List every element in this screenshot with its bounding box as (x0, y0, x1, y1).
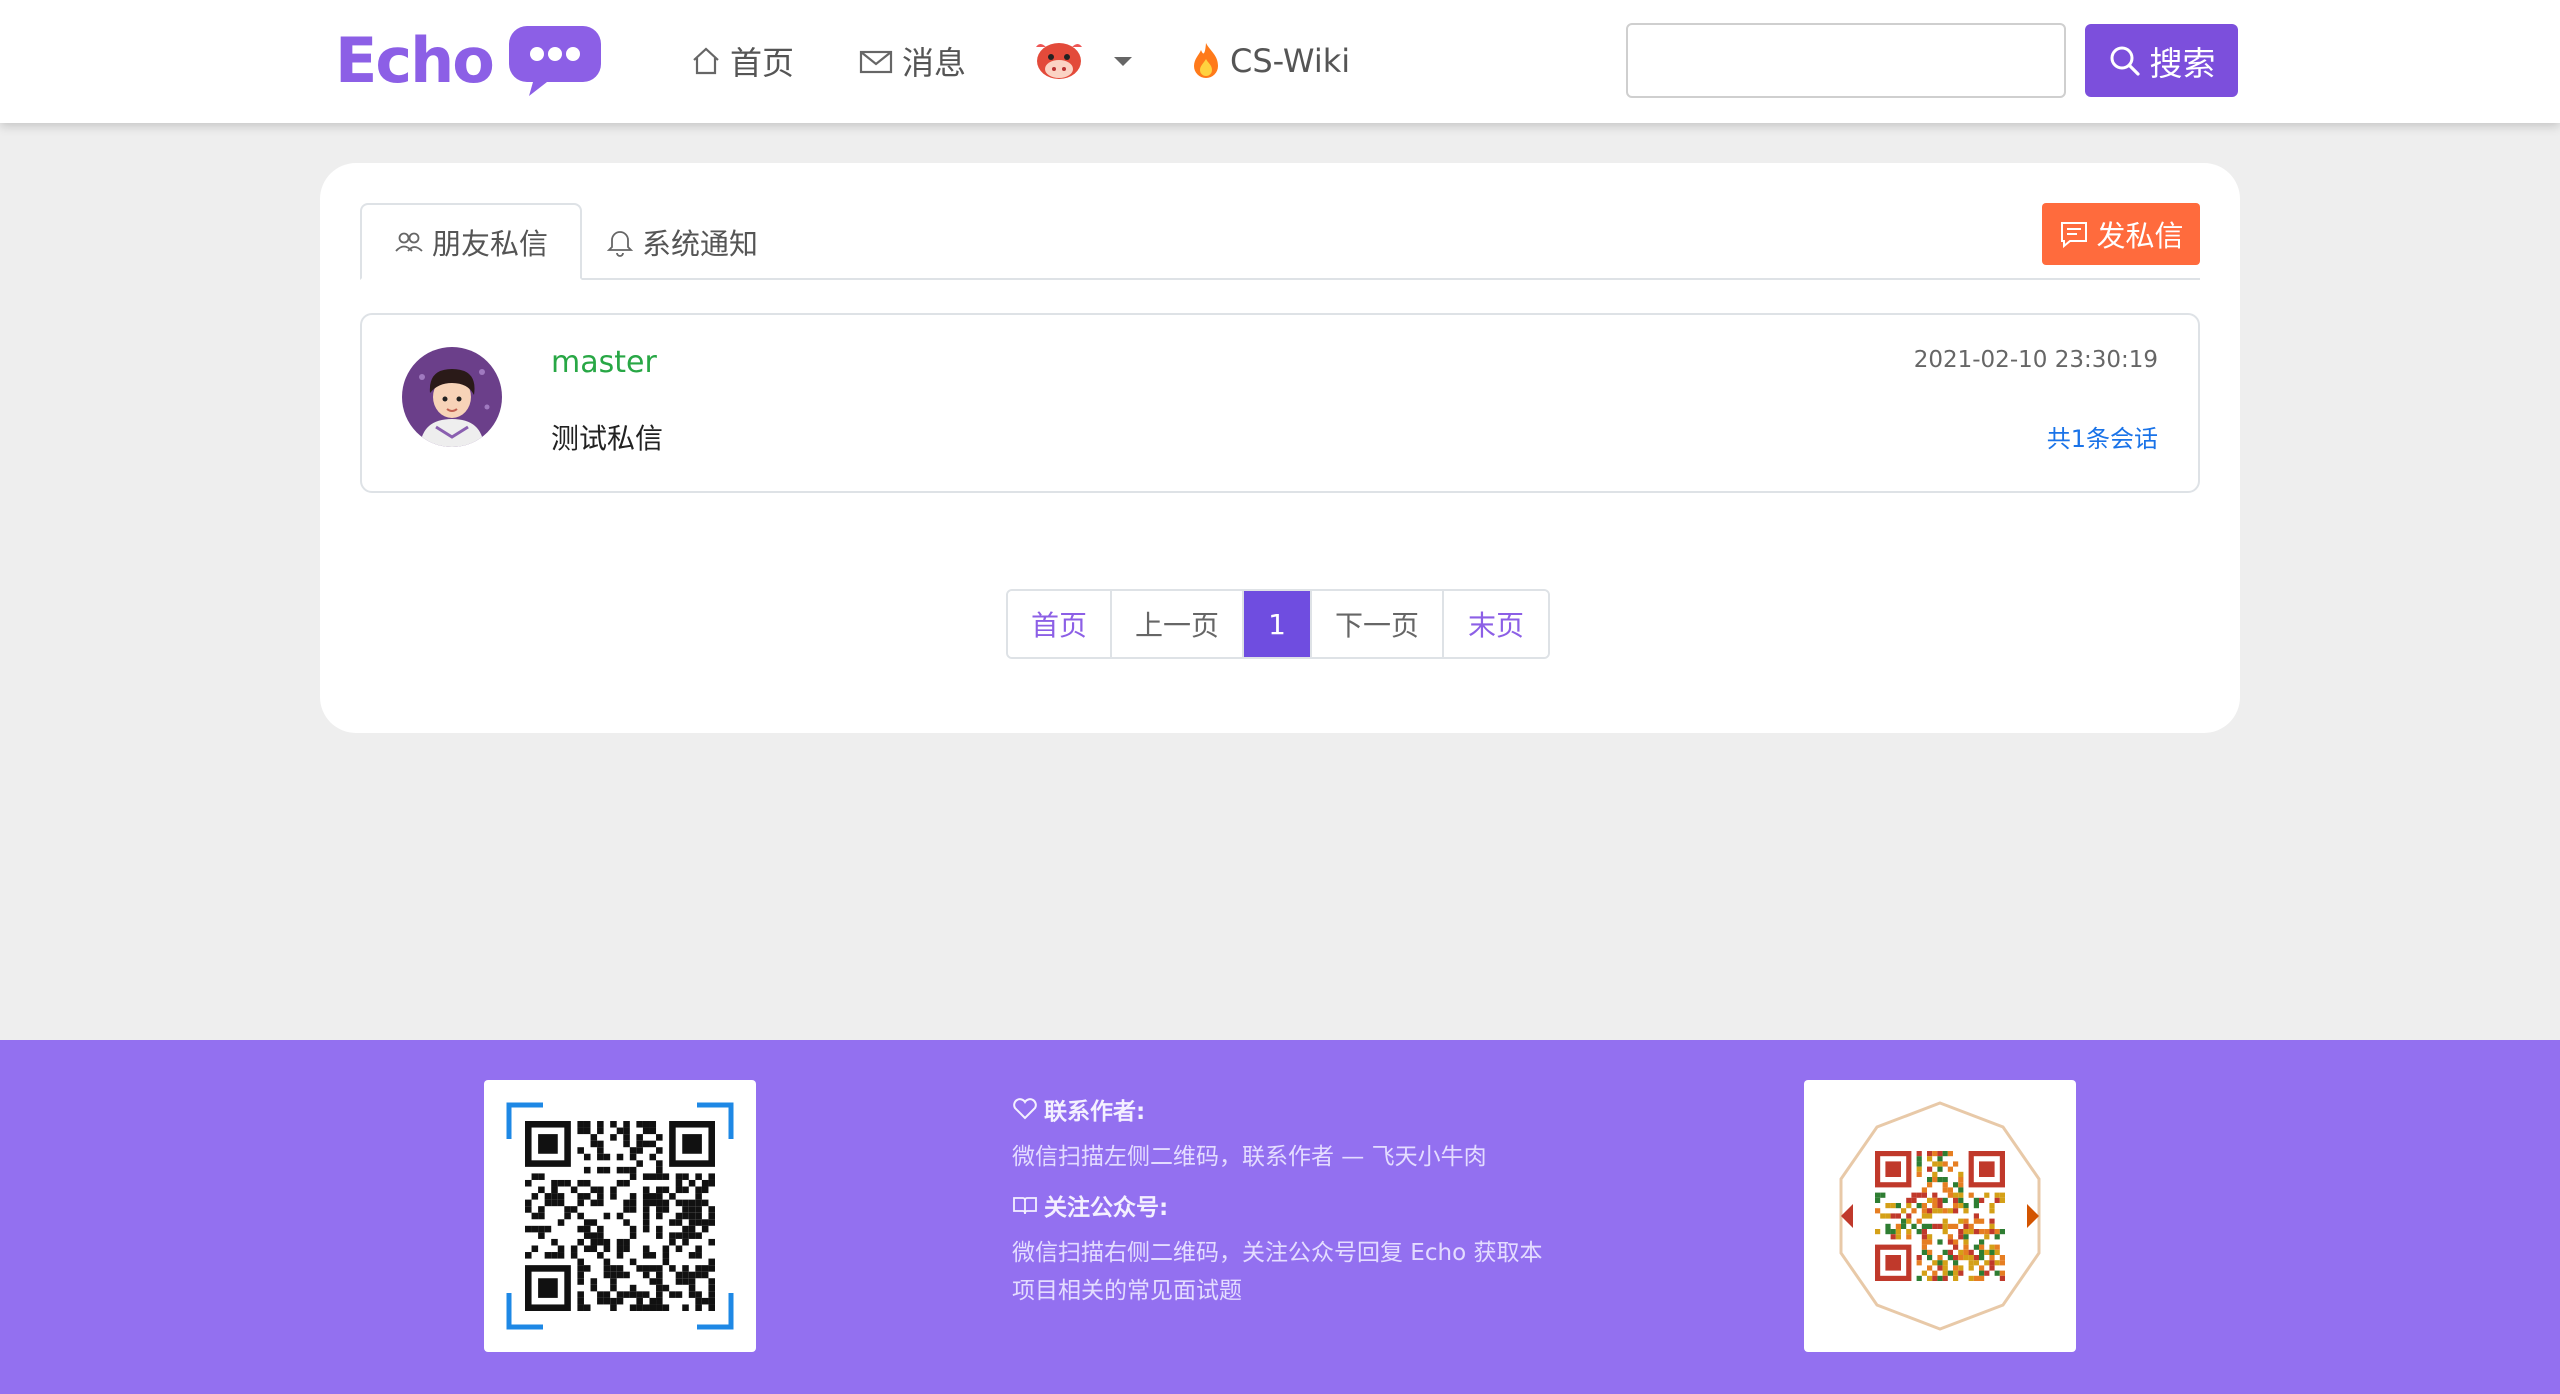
messages-card: 朋友私信 系统通知 发私信 (320, 163, 2240, 733)
user-menu-dropdown[interactable] (1030, 36, 1146, 86)
follow-account-text-line-2: 项目相关的常见面试题 (1012, 1272, 1612, 1310)
search-input[interactable] (1626, 23, 2066, 98)
user-avatar-image (402, 347, 502, 447)
nav-cswiki-link[interactable]: CS-Wiki (1190, 36, 1350, 86)
author-wechat-qr-code (484, 1080, 756, 1352)
chevron-down-icon (1108, 51, 1138, 71)
follow-account-heading: 关注公众号: (1012, 1188, 1612, 1222)
qr-code-image (1823, 1099, 2057, 1333)
search-button[interactable]: 搜索 (2085, 24, 2238, 97)
flame-icon (1190, 41, 1222, 81)
footer-info: 联系作者: 微信扫描左侧二维码，联系作者 — 飞天小牛肉 关注公众号: 微信扫描… (1012, 1092, 1612, 1310)
pagination-last[interactable]: 末页 (1444, 591, 1548, 657)
logo-text: Echo (335, 24, 493, 97)
search-button-label: 搜索 (2150, 37, 2216, 85)
tab-system-notifications-label: 系统通知 (642, 221, 758, 263)
users-icon (394, 229, 424, 255)
pagination-first[interactable]: 首页 (1008, 591, 1112, 657)
tab-friend-messages-label: 朋友私信 (432, 221, 548, 263)
contact-author-heading: 联系作者: (1012, 1092, 1612, 1126)
nav-messages-link[interactable]: 消息 (858, 36, 966, 86)
nav-home-link[interactable]: 首页 (690, 36, 794, 86)
nav-messages-label: 消息 (902, 38, 966, 84)
pagination: 首页 上一页 1 下一页 末页 (1006, 589, 1550, 659)
pagination-prev[interactable]: 上一页 (1112, 591, 1244, 657)
pagination-next[interactable]: 下一页 (1312, 591, 1444, 657)
heart-icon (1012, 1097, 1038, 1121)
nav-home-label: 首页 (730, 38, 794, 84)
echo-logo[interactable]: Echo (335, 20, 603, 100)
conversation-count-link[interactable]: 共1条会话 (2047, 419, 2158, 454)
top-navbar: Echo 首页 消息 (0, 0, 2560, 123)
follow-account-text-line-1: 微信扫描右侧二维码，关注公众号回复 Echo 获取本 (1012, 1234, 1612, 1272)
envelope-icon (858, 45, 894, 77)
tab-system-notifications[interactable]: 系统通知 (574, 203, 790, 280)
pagination-page-1[interactable]: 1 (1244, 591, 1312, 657)
nav-cswiki-label: CS-Wiki (1230, 42, 1350, 80)
book-icon (1012, 1193, 1038, 1217)
contact-author-text: 微信扫描左侧二维码，联系作者 — 飞天小牛肉 (1012, 1138, 1612, 1176)
avatar[interactable] (402, 347, 502, 447)
search-icon (2108, 44, 2142, 78)
chat-icon (2058, 219, 2090, 249)
conversation-list-item[interactable]: master 测试私信 2021-02-10 23:30:19 共1条会话 (360, 313, 2200, 493)
send-message-label: 发私信 (2096, 213, 2183, 255)
home-icon (690, 45, 722, 77)
tab-friend-messages[interactable]: 朋友私信 (360, 203, 582, 280)
message-sender-name[interactable]: master (551, 345, 657, 380)
qr-code-image (503, 1099, 737, 1333)
bell-icon (606, 227, 634, 257)
footer: 联系作者: 微信扫描左侧二维码，联系作者 — 飞天小牛肉 关注公众号: 微信扫描… (0, 1040, 2560, 1394)
message-preview[interactable]: 测试私信 (551, 417, 663, 457)
follow-account-title: 关注公众号: (1044, 1188, 1168, 1222)
message-timestamp: 2021-02-10 23:30:19 (1914, 347, 2158, 373)
follow-account-text: 微信扫描右侧二维码，关注公众号回复 Echo 获取本 项目相关的常见面试题 (1012, 1234, 1612, 1310)
cow-avatar-icon (1030, 37, 1088, 85)
contact-author-title: 联系作者: (1044, 1092, 1145, 1126)
official-account-qr-code (1804, 1080, 2076, 1352)
chat-bubble-logo-icon (507, 22, 603, 98)
send-message-button[interactable]: 发私信 (2042, 203, 2200, 265)
